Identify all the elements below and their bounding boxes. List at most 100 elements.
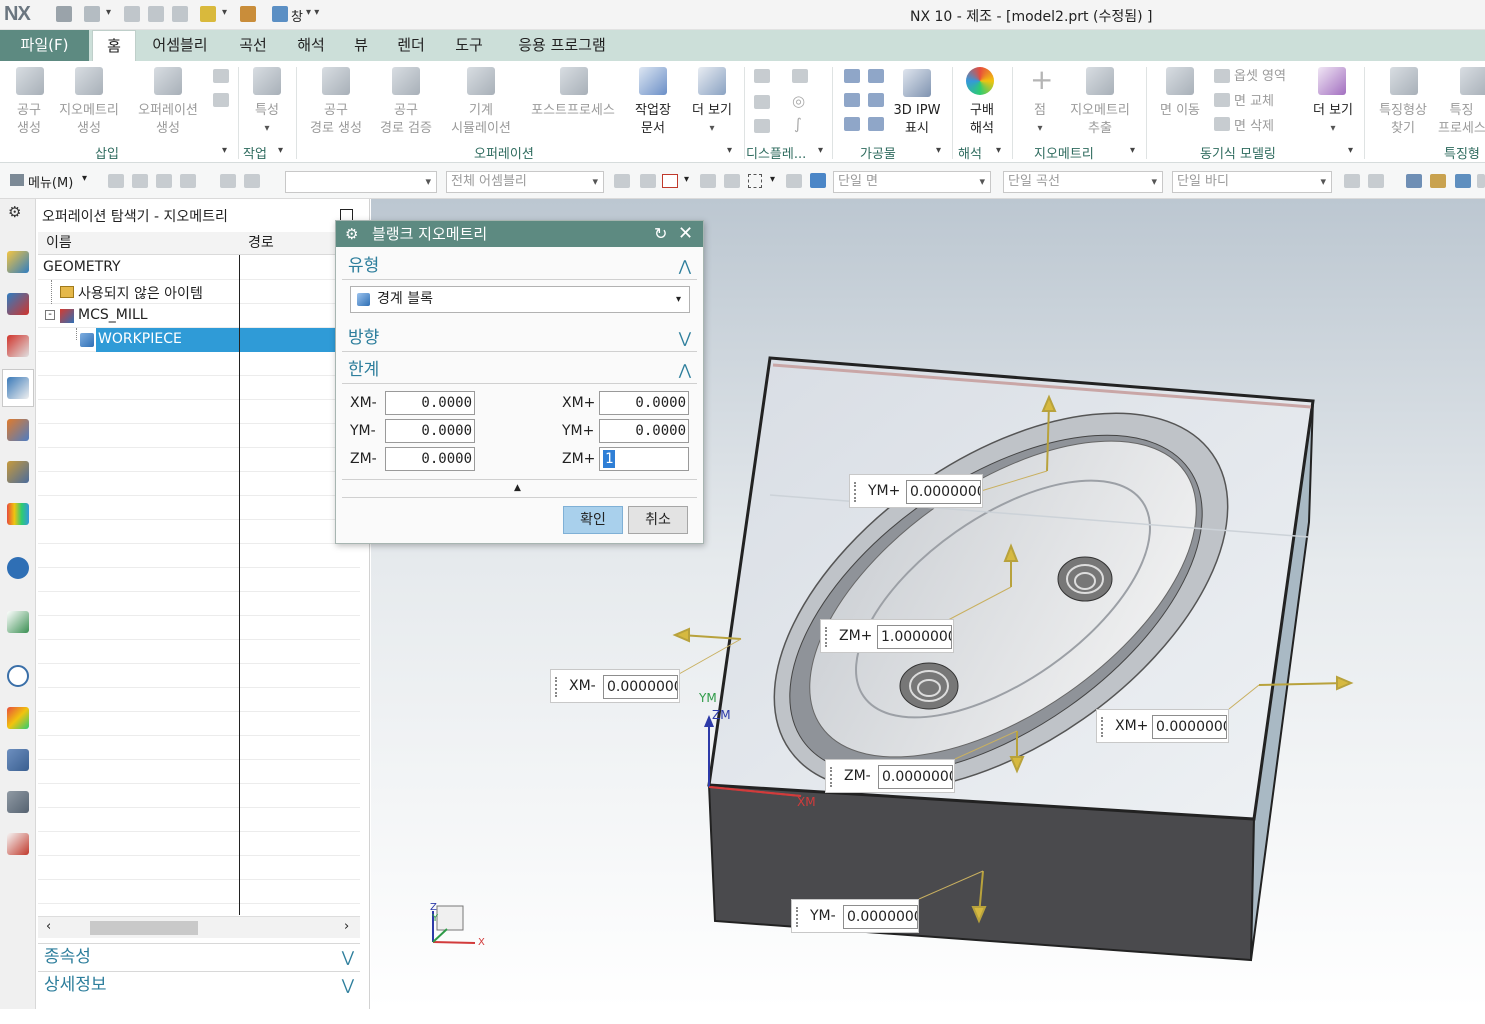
curve-rule-dropdown[interactable]: 단일 곡선 [1003,171,1163,193]
find-feature-button[interactable]: 특징형상 찾기 [1370,102,1436,138]
zm-minus-handle-input[interactable]: 0.0000000 [878,765,953,789]
feature-navigator-icon[interactable] [7,461,29,483]
tab-analysis[interactable]: 해석 [288,30,334,61]
undo-icon[interactable] [84,6,100,22]
tab-render[interactable]: 렌더 [388,30,434,61]
ym-minus-handle-box[interactable]: YM- 0.0000000 [791,899,919,933]
tree-row-geometry[interactable]: GEOMETRY [38,256,360,280]
touch-mode-icon[interactable] [240,6,256,22]
zm-minus-input[interactable]: 0.0000 [385,447,475,471]
drag-grip-icon[interactable] [555,677,559,697]
info-icon[interactable] [7,557,29,579]
collapse-icon[interactable]: - [45,310,55,320]
ym-plus-handle-input[interactable]: 0.0000000 [906,480,981,504]
create-operation-button[interactable]: 오퍼레이션 생성 [130,102,206,138]
dependencies-panel[interactable]: 종속성 ⋁ [38,943,360,970]
snap-icon-1[interactable] [108,174,124,188]
more-operation-button[interactable]: 더 보기 ▾ [684,102,740,138]
geometry-group-dropdown-icon[interactable]: ▾ [1130,145,1135,156]
part-navigator-icon[interactable] [7,335,29,357]
offset-region-button[interactable]: 옵셋 영역 [1234,65,1286,84]
dialog-title-bar[interactable]: ⚙ 블랭크 지오메트리 ↻ ✕ [336,221,703,247]
move-face-button[interactable]: 면 이동 [1154,102,1206,120]
select-dropdown-icon[interactable]: ▾ [684,174,689,185]
draft-analysis-button[interactable]: 구배 해석 [956,102,1008,138]
feature-process-button[interactable]: 특징 프로세스 [1438,102,1485,138]
snap-icon-4[interactable] [180,174,196,188]
ym-plus-handle-box[interactable]: YM+ 0.0000000 [849,474,983,508]
window-dropdown-icon[interactable]: ▾ ▾ [306,7,319,18]
direction-section-header[interactable]: 방향 ⋁ [342,325,697,352]
xm-plus-handle-box[interactable]: XM+ 0.0000000 [1096,709,1229,743]
assembly-navigator-icon[interactable] [7,251,29,273]
cut-icon[interactable] [124,6,140,22]
rotate-icon[interactable] [1455,174,1471,188]
chevron-up-icon[interactable]: ⋀ [679,357,691,384]
ipw-small-icon-4[interactable] [868,93,884,107]
tab-curve[interactable]: 곡선 [228,30,278,61]
xm-minus-handle-input[interactable]: 0.0000000 [603,675,678,699]
zm-minus-handle-box[interactable]: ZM- 0.0000000 [825,759,955,793]
snap-icon-2[interactable] [132,174,148,188]
display-circle-icon[interactable]: ◎ [792,92,805,110]
workpiece-group-dropdown-icon[interactable]: ▾ [936,145,941,156]
copy-icon[interactable] [148,6,164,22]
select-icon-4[interactable] [700,174,716,188]
select-icon-3[interactable] [662,174,678,188]
insert-small-icon-2[interactable] [213,93,229,107]
process-studio-icon[interactable] [7,749,29,771]
chevron-down-icon[interactable]: ⋁ [679,325,691,352]
horizontal-scrollbar[interactable]: ‹ › [38,916,360,938]
postprocess-button[interactable]: 포스트프로세스 [522,102,624,120]
tree-row-unused-items[interactable]: 사용되지 않은 아이템 [38,280,360,304]
type-filter-dropdown[interactable] [285,171,437,193]
select-icon-6[interactable] [786,174,802,188]
display-small-icon-2[interactable] [792,69,808,83]
cancel-button[interactable]: 취소 [628,506,688,534]
scroll-left-icon[interactable]: ‹ [46,919,51,934]
snap-point-icon[interactable] [1344,174,1360,188]
ipw-small-icon-6[interactable] [868,117,884,131]
column-header-name[interactable]: 이름 [38,232,240,255]
snap-icon-6[interactable] [244,174,260,188]
constraint-navigator-icon[interactable] [7,293,29,315]
display-small-icon-1[interactable] [754,69,770,83]
delete-face-button[interactable]: 면 삭제 [1234,115,1274,134]
analysis-group-dropdown-icon[interactable]: ▾ [996,145,1001,156]
system-scene-icon[interactable] [7,833,29,855]
chevron-down-icon[interactable]: ⋁ [342,972,354,999]
ipw-small-icon-1[interactable] [844,69,860,83]
tab-view[interactable]: 뷰 [344,30,378,61]
insert-group-dropdown-icon[interactable]: ▾ [222,145,227,156]
box-select-icon[interactable] [748,174,762,188]
reuse-library-icon[interactable] [7,503,29,525]
limits-section-header[interactable]: 한계 ⋀ [342,357,697,384]
tab-application[interactable]: 응용 프로그램 [504,30,620,61]
ipw-small-icon-2[interactable] [868,69,884,83]
arrow-icon[interactable] [1368,174,1384,188]
xm-minus-input[interactable]: 0.0000 [385,391,475,415]
tree-row-mcs-mill[interactable]: - MCS_MILL [38,304,360,328]
ok-button[interactable]: 확인 [563,506,623,534]
display-small-icon-4[interactable] [754,119,770,133]
generate-toolpath-button[interactable]: 공구 경로 생성 [302,102,370,138]
ym-minus-input[interactable]: 0.0000 [385,419,475,443]
verify-toolpath-button[interactable]: 공구 경로 검증 [372,102,440,138]
close-icon[interactable]: ✕ [678,221,693,247]
zm-plus-handle-input[interactable]: 1.0000000 [877,625,952,649]
snap-icon-3[interactable] [156,174,172,188]
visualization-icon[interactable] [7,707,29,729]
ym-plus-input[interactable]: 0.0000 [599,419,689,443]
menu-dropdown-icon[interactable]: ▾ [82,173,87,184]
solid-body-icon[interactable] [810,173,826,188]
face-rule-dropdown[interactable]: 단일 면 [833,171,991,193]
details-panel[interactable]: 상세정보 ⋁ [38,971,360,998]
type-section-header[interactable]: 유형 ⋀ [342,253,697,280]
roles-icon[interactable] [7,791,29,813]
create-tool-button[interactable]: 공구 생성 [8,102,50,138]
history-icon[interactable] [7,665,29,687]
repeat-command-icon[interactable] [200,6,216,22]
snap-icon-5[interactable] [220,174,236,188]
web-browser-icon[interactable] [7,611,29,633]
tab-tools[interactable]: 도구 [444,30,494,61]
